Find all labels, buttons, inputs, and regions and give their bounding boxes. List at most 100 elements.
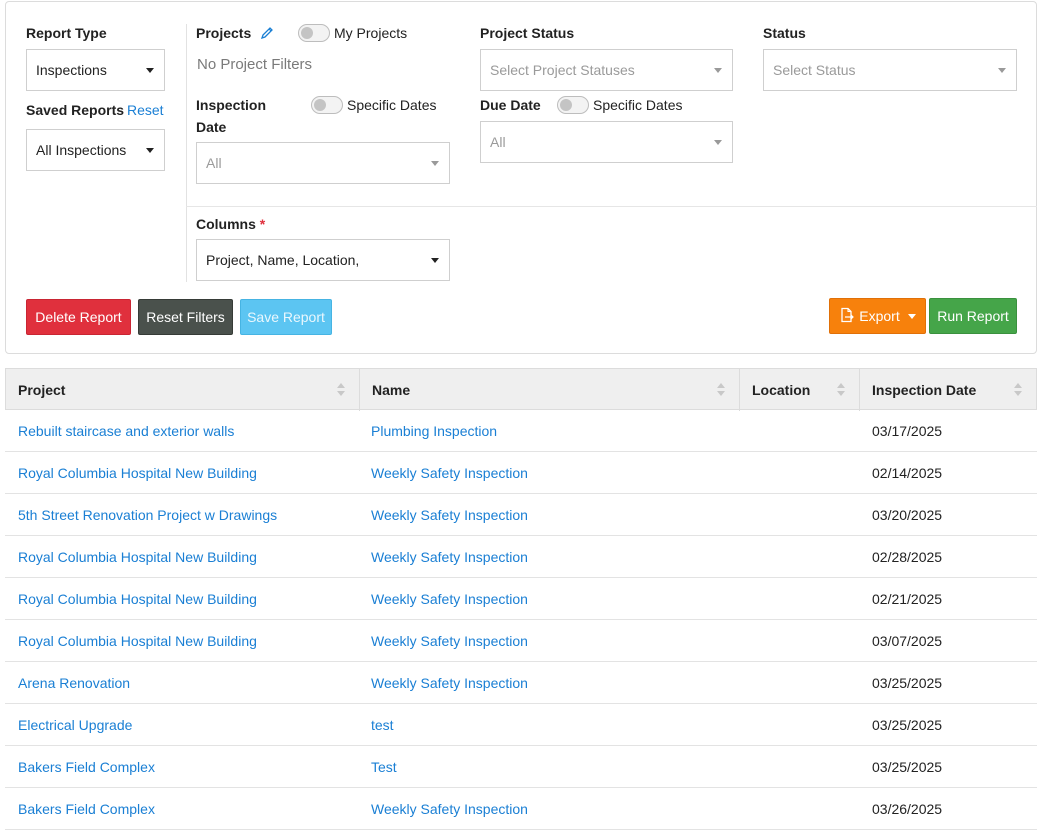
inspection-date-cell: 03/07/2025	[872, 633, 943, 649]
table-body: Rebuilt staircase and exterior walls Plu…	[5, 410, 1037, 830]
chevron-down-icon	[714, 68, 722, 73]
inspection-date-cell: 02/28/2025	[872, 549, 943, 565]
inspection-name-link[interactable]: Weekly Safety Inspection	[371, 452, 528, 494]
sort-icon	[337, 383, 345, 397]
my-projects-label: My Projects	[334, 25, 408, 41]
horizontal-divider	[186, 206, 1037, 207]
my-projects-toggle[interactable]	[298, 24, 330, 42]
column-header-label: Project	[18, 382, 66, 398]
inspection-name-link[interactable]: Weekly Safety Inspection	[371, 578, 528, 620]
report-type-select[interactable]: Inspections	[26, 49, 165, 91]
columns-select[interactable]: Project, Name, Location,	[196, 239, 450, 281]
inspection-date-cell: 03/17/2025	[872, 423, 943, 439]
chevron-down-icon	[146, 68, 154, 73]
toggle-knob	[301, 27, 313, 39]
column-header-label: Inspection Date	[872, 382, 977, 398]
columns-label: Columns *	[196, 216, 265, 232]
sort-icon	[1014, 383, 1022, 397]
inspection-date-value: All	[206, 155, 222, 171]
vertical-divider	[186, 24, 187, 282]
inspection-date-cell: 02/14/2025	[872, 465, 943, 481]
export-file-icon	[839, 307, 855, 326]
project-link[interactable]: 5th Street Renovation Project w Drawings	[18, 494, 277, 536]
project-link[interactable]: Royal Columbia Hospital New Building	[18, 578, 257, 620]
table-row: Royal Columbia Hospital New Building Wee…	[5, 452, 1037, 494]
inspection-date-cell: 02/21/2025	[872, 591, 943, 607]
inspection-name-link[interactable]: Weekly Safety Inspection	[371, 788, 528, 830]
required-mark: *	[259, 216, 266, 232]
inspection-name-link[interactable]: Test	[371, 746, 397, 788]
delete-report-button[interactable]: Delete Report	[26, 299, 131, 335]
due-date-value: All	[490, 134, 506, 150]
columns-value: Project, Name, Location,	[206, 252, 360, 268]
project-link[interactable]: Royal Columbia Hospital New Building	[18, 536, 257, 578]
columns-label-text: Columns	[196, 216, 256, 232]
filter-panel: Report Type Inspections Saved Reports Re…	[5, 1, 1037, 354]
due-date-select[interactable]: All	[480, 121, 733, 163]
project-link[interactable]: Bakers Field Complex	[18, 788, 155, 830]
projects-label: Projects	[196, 25, 252, 41]
chevron-down-icon	[146, 148, 154, 153]
chevron-down-icon	[998, 68, 1006, 73]
table-row: Electrical Upgrade test 03/25/2025	[5, 704, 1037, 746]
due-date-label: Due Date	[480, 97, 541, 113]
run-report-button[interactable]: Run Report	[929, 298, 1017, 334]
inspection-date-cell: 03/20/2025	[872, 507, 943, 523]
column-header-project[interactable]: Project	[6, 369, 360, 411]
no-project-filters-text: No Project Filters	[197, 56, 313, 73]
project-link[interactable]: Royal Columbia Hospital New Building	[18, 452, 257, 494]
inspection-date-select[interactable]: All	[196, 142, 450, 184]
inspection-date-cell: 03/25/2025	[872, 759, 943, 775]
sort-icon	[837, 383, 845, 397]
column-header-label: Name	[372, 382, 411, 398]
saved-reports-select[interactable]: All Inspections	[26, 129, 165, 171]
chevron-down-icon	[431, 258, 439, 263]
status-placeholder: Select Status	[773, 62, 856, 78]
project-link[interactable]: Bakers Field Complex	[18, 746, 155, 788]
table-row: 5th Street Renovation Project w Drawings…	[5, 494, 1037, 536]
report-type-value: Inspections	[36, 62, 107, 78]
project-status-label: Project Status	[480, 25, 575, 41]
project-link[interactable]: Royal Columbia Hospital New Building	[18, 620, 257, 662]
inspection-date-label-line2: Date	[196, 119, 227, 135]
table-row: Royal Columbia Hospital New Building Wee…	[5, 620, 1037, 662]
inspection-name-link[interactable]: Weekly Safety Inspection	[371, 620, 528, 662]
table-row: Royal Columbia Hospital New Building Wee…	[5, 578, 1037, 620]
chevron-down-icon	[907, 313, 916, 319]
status-select[interactable]: Select Status	[763, 49, 1017, 91]
column-header-location[interactable]: Location	[740, 369, 860, 411]
inspection-date-cell: 03/25/2025	[872, 675, 943, 691]
pencil-icon[interactable]	[260, 26, 274, 43]
chevron-down-icon	[714, 140, 722, 145]
project-link[interactable]: Rebuilt staircase and exterior walls	[18, 410, 234, 452]
table-row: Bakers Field Complex Weekly Safety Inspe…	[5, 788, 1037, 830]
column-header-inspection-date[interactable]: Inspection Date	[860, 369, 1036, 411]
sort-icon	[717, 383, 725, 397]
inspection-name-link[interactable]: Plumbing Inspection	[371, 410, 497, 452]
table-row: Rebuilt staircase and exterior walls Plu…	[5, 410, 1037, 452]
column-header-name[interactable]: Name	[360, 369, 740, 411]
due-specific-dates-toggle[interactable]	[557, 96, 589, 114]
report-type-label: Report Type	[26, 25, 107, 41]
inspection-specific-dates-toggle[interactable]	[311, 96, 343, 114]
project-link[interactable]: Arena Renovation	[18, 662, 130, 704]
saved-reports-value: All Inspections	[36, 142, 127, 158]
inspection-date-label-line1: Inspection	[196, 97, 267, 113]
export-button[interactable]: Export	[829, 298, 926, 334]
inspection-name-link[interactable]: Weekly Safety Inspection	[371, 494, 528, 536]
table-row: Bakers Field Complex Test 03/25/2025	[5, 746, 1037, 788]
saved-reports-reset-link[interactable]: Reset	[127, 102, 164, 118]
project-status-select[interactable]: Select Project Statuses	[480, 49, 733, 91]
project-status-placeholder: Select Project Statuses	[490, 62, 635, 78]
project-link[interactable]: Electrical Upgrade	[18, 704, 132, 746]
save-report-button[interactable]: Save Report	[240, 299, 332, 335]
inspection-date-cell: 03/25/2025	[872, 717, 943, 733]
export-label: Export	[859, 308, 900, 324]
inspection-name-link[interactable]: test	[371, 704, 394, 746]
table-header: Project Name Location Inspection Date	[5, 368, 1037, 411]
column-header-label: Location	[752, 382, 811, 398]
inspection-name-link[interactable]: Weekly Safety Inspection	[371, 536, 528, 578]
inspection-name-link[interactable]: Weekly Safety Inspection	[371, 662, 528, 704]
reset-filters-button[interactable]: Reset Filters	[138, 299, 233, 335]
chevron-down-icon	[431, 161, 439, 166]
